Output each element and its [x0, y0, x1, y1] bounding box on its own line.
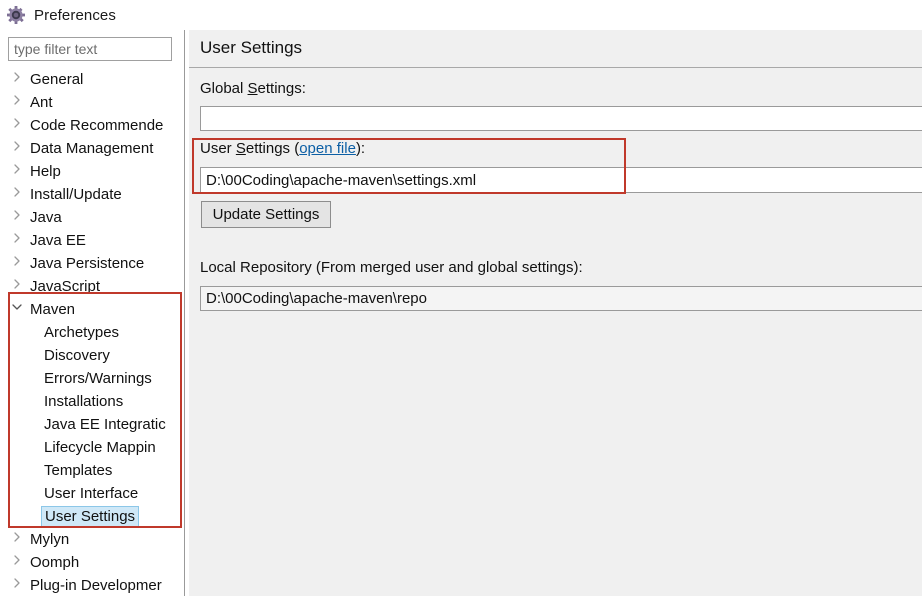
chevron-right-icon[interactable] — [12, 117, 28, 134]
tree-item-label: Data Management — [30, 140, 154, 157]
chevron-right-icon[interactable] — [12, 278, 28, 295]
tree-item-label: Install/Update — [30, 186, 122, 203]
tree-item-label: Oomph — [30, 554, 80, 571]
tree-item-general[interactable]: General — [0, 68, 184, 91]
tree-item-java-ee-integratic[interactable]: Java EE Integratic — [0, 413, 184, 436]
user-settings-label-mid: ettings ( — [245, 140, 300, 157]
chevron-down-icon[interactable] — [12, 302, 28, 318]
tree-item-label: Java Persistence — [30, 255, 145, 272]
user-settings-label-post: ): — [355, 140, 366, 157]
tree-item-label: Lifecycle Mappin — [44, 439, 156, 456]
title-bar: Preferences — [0, 0, 922, 30]
tree-item-oomph[interactable]: Oomph — [0, 551, 184, 574]
tree-item-label: Maven — [30, 301, 76, 318]
local-repository-label: Local Repository (From merged user and g… — [200, 259, 583, 276]
tree-item-java[interactable]: Java — [0, 206, 184, 229]
tree-item-label: User Interface — [44, 485, 139, 502]
tree-item-label: Archetypes — [44, 324, 120, 341]
tree-item-ant[interactable]: Ant — [0, 91, 184, 114]
tree-item-maven[interactable]: Maven — [0, 298, 184, 321]
user-settings-label: User Settings (open file): — [200, 140, 365, 157]
tree-item-label: Java EE Integratic — [44, 416, 166, 433]
global-settings-label-post: ettings: — [257, 80, 306, 97]
tree-item-label: Help — [30, 163, 61, 180]
filter-input[interactable] — [8, 37, 172, 61]
chevron-right-icon[interactable] — [12, 209, 28, 226]
local-repository-input[interactable] — [200, 286, 922, 311]
tree-item-install-update[interactable]: Install/Update — [0, 183, 184, 206]
chevron-right-icon[interactable] — [12, 94, 28, 111]
tree-item-code-recommende[interactable]: Code Recommende — [0, 114, 184, 137]
tree-item-java-ee[interactable]: Java EE — [0, 229, 184, 252]
page-title: User Settings — [200, 38, 303, 57]
tree-item-label: Code Recommende — [30, 117, 164, 134]
tree-item-label: Discovery — [44, 347, 110, 364]
tree-item-label: General — [30, 71, 84, 88]
chevron-right-icon[interactable] — [12, 140, 28, 157]
tree-item-label: Mylyn — [30, 531, 70, 548]
tree-item-discovery[interactable]: Discovery — [0, 344, 184, 367]
global-settings-input[interactable] — [200, 106, 922, 131]
tree-item-label: JavaScript — [30, 278, 101, 295]
tree-item-mylyn[interactable]: Mylyn — [0, 528, 184, 551]
chevron-right-icon[interactable] — [12, 577, 28, 594]
user-settings-page: User Settings Global Settings: User Sett… — [189, 30, 922, 596]
tree-item-errors-warnings[interactable]: Errors/Warnings — [0, 367, 184, 390]
tree-item-label: Plug-in Developmer — [30, 577, 162, 594]
title-separator — [189, 67, 922, 68]
open-file-link[interactable]: open file — [299, 140, 356, 157]
preferences-sidebar: General Ant Code Recommende Data Management… — [0, 30, 184, 596]
tree-item-label: Java — [30, 209, 62, 226]
tree-item-help[interactable]: Help — [0, 160, 184, 183]
tree-item-label: Installations — [44, 393, 124, 410]
chevron-right-icon[interactable] — [12, 255, 28, 272]
chevron-right-icon[interactable] — [12, 531, 28, 548]
tree-item-label: Ant — [30, 94, 53, 111]
tree-item-installations[interactable]: Installations — [0, 390, 184, 413]
user-settings-label-mnemonic: S — [235, 140, 246, 157]
tree-item-plug-in-developmer[interactable]: Plug-in Developmer — [0, 574, 184, 596]
tree-item-archetypes[interactable]: Archetypes — [0, 321, 184, 344]
user-settings-input[interactable] — [200, 167, 922, 193]
chevron-right-icon[interactable] — [12, 186, 28, 203]
tree-item-templates[interactable]: Templates — [0, 459, 184, 482]
chevron-right-icon[interactable] — [12, 71, 28, 88]
tree-item-label: Templates — [44, 462, 113, 479]
tree-item-label: Java EE — [30, 232, 86, 249]
tree-item-javascript[interactable]: JavaScript — [0, 275, 184, 298]
chevron-right-icon[interactable] — [12, 554, 28, 571]
global-settings-label-pre: Global — [200, 80, 248, 97]
chevron-right-icon[interactable] — [12, 163, 28, 180]
tree-item-user-interface[interactable]: User Interface — [0, 482, 184, 505]
gear-icon — [6, 5, 26, 25]
tree-item-data-management[interactable]: Data Management — [0, 137, 184, 160]
global-settings-label: Global Settings: — [200, 80, 306, 97]
update-settings-button[interactable]: Update Settings — [201, 201, 331, 228]
user-settings-label-pre: User — [200, 140, 236, 157]
tree-item-lifecycle-mappin[interactable]: Lifecycle Mappin — [0, 436, 184, 459]
preferences-tree[interactable]: General Ant Code Recommende Data Management… — [0, 68, 184, 596]
chevron-right-icon[interactable] — [12, 232, 28, 249]
preferences-dialog: Preferences General Ant Code Recommende Dat… — [0, 0, 922, 596]
global-settings-label-mnemonic: S — [247, 80, 258, 97]
tree-item-user-settings[interactable]: User Settings — [0, 505, 184, 528]
tree-item-label: User Settings — [41, 505, 140, 528]
tree-item-label: Errors/Warnings — [44, 370, 152, 387]
tree-item-java-persistence[interactable]: Java Persistence — [0, 252, 184, 275]
window-title: Preferences — [34, 6, 116, 24]
